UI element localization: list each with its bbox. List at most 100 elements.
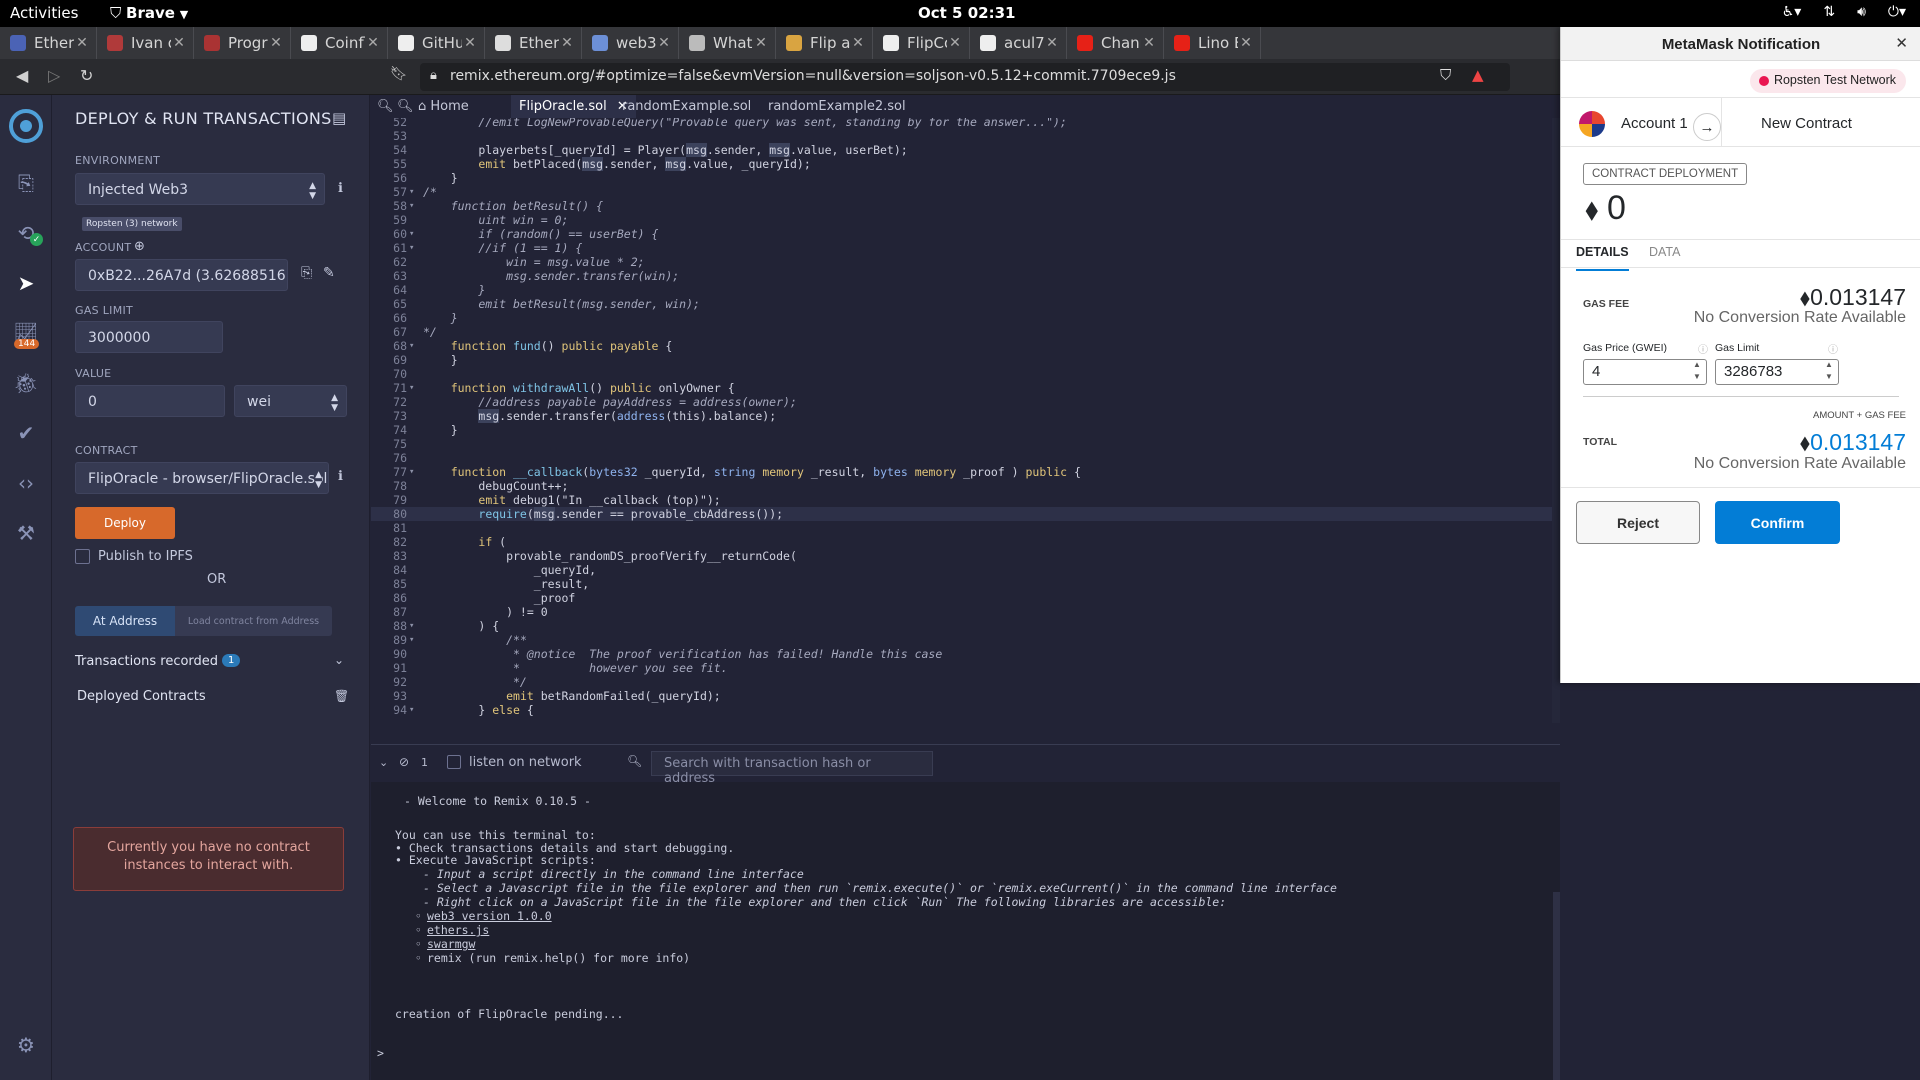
gas-limit-info-icon[interactable]: ⓘ xyxy=(1828,341,1838,356)
browser-tab[interactable]: Flip a coi✕ xyxy=(776,27,873,59)
fold-toggle-icon[interactable]: ▾ xyxy=(409,227,419,241)
fold-toggle-icon[interactable]: ▾ xyxy=(409,619,419,633)
ethers-link[interactable]: ethers.js xyxy=(427,923,489,937)
chevron-down-icon[interactable]: ⌄ xyxy=(334,653,344,667)
code-line[interactable]: 66 } xyxy=(371,311,1560,325)
code-line[interactable]: 76 xyxy=(371,451,1560,465)
tab-randomexample[interactable]: randomExample.sol xyxy=(622,99,751,114)
code-line[interactable]: 58 ▾ function betResult() { xyxy=(371,199,1560,213)
gas-limit-input[interactable]: 3000000 xyxy=(75,321,223,353)
system-tray[interactable]: ♿▾ ⇅ 🔊︎ ⏻▾ xyxy=(1782,4,1906,20)
code-line[interactable]: 55 emit betPlaced(msg.sender, msg.value,… xyxy=(371,157,1560,171)
close-icon[interactable]: ✕ xyxy=(947,35,963,51)
tab-home[interactable]: ⌂ Home xyxy=(418,99,469,114)
publish-ipfs-checkbox[interactable] xyxy=(75,549,90,564)
add-account-icon[interactable]: ⊕ xyxy=(134,239,145,254)
code-line[interactable]: 65 emit betResult(msg.sender, win); xyxy=(371,297,1560,311)
clear-console-icon[interactable]: ⊘ xyxy=(399,755,409,769)
remix-logo-icon[interactable] xyxy=(0,103,52,149)
code-line[interactable]: 83 provable_randomDS_proofVerify__return… xyxy=(371,549,1560,563)
close-icon[interactable]: ✕ xyxy=(462,35,478,51)
tests-icon[interactable]: ✔ xyxy=(0,413,52,453)
code-line[interactable]: 88 ▾ ) { xyxy=(371,619,1560,633)
code-line[interactable]: 52 //emit LogNewProvableQuery("Provable … xyxy=(371,118,1560,129)
browser-tab[interactable]: web3.eth✕ xyxy=(582,27,679,59)
forward-icon[interactable]: ▷ xyxy=(48,66,60,85)
gas-limit-input[interactable]: 3286783 xyxy=(1715,359,1839,385)
file-explorer-icon[interactable]: ⎘ xyxy=(0,163,52,203)
clock[interactable]: Oct 5 02:31 xyxy=(918,4,1015,22)
solidity-compiler-icon[interactable]: ⟲ ✓ xyxy=(0,213,52,253)
code-line[interactable]: 70 xyxy=(371,367,1560,381)
debugger-icon[interactable]: 🐞︎ xyxy=(0,363,52,403)
close-icon[interactable]: ✕ xyxy=(753,35,769,51)
browser-tab[interactable]: FlipCoin_✕ xyxy=(873,27,970,59)
code-line[interactable]: 78 debugCount++; xyxy=(371,479,1560,493)
value-input[interactable]: 0 xyxy=(75,385,225,417)
fold-toggle-icon[interactable]: ▾ xyxy=(409,339,419,353)
code-line[interactable]: 57 ▾ /* xyxy=(371,185,1560,199)
close-icon[interactable]: ✕ xyxy=(850,35,866,51)
brave-shield-icon[interactable]: ⛉ xyxy=(1440,66,1451,84)
web3-link[interactable]: web3 version 1.0.0 xyxy=(427,909,552,923)
browser-tab[interactable]: acul71/Fli✕ xyxy=(970,27,1067,59)
code-line[interactable]: 63 msg.sender.transfer(win); xyxy=(371,269,1560,283)
close-icon[interactable]: ✕ xyxy=(1141,35,1157,51)
code-line[interactable]: 69 } xyxy=(371,353,1560,367)
close-icon[interactable]: ✕ xyxy=(559,35,575,51)
browser-tab[interactable]: Programm✕ xyxy=(194,27,291,59)
url-bar[interactable]: 🔒︎ remix.ethereum.org/#optimize=false&ev… xyxy=(420,63,1510,91)
terminal-search-input[interactable]: Search with transaction hash or address xyxy=(651,751,933,786)
code-line[interactable]: 94 ▾ } else { xyxy=(371,703,1560,717)
browser-tab[interactable]: Channel✕ xyxy=(1067,27,1164,59)
volume-icon[interactable]: 🔊︎ xyxy=(1857,4,1866,20)
environment-select[interactable]: Injected Web3 ▲ ▼ xyxy=(75,173,325,205)
code-line[interactable]: 72 //address payable payAddress = addres… xyxy=(371,395,1560,409)
activities-button[interactable]: Activities xyxy=(10,4,78,22)
code-line[interactable]: 92 */ xyxy=(371,675,1560,689)
network-icon[interactable]: ⇅ xyxy=(1823,4,1835,20)
gas-price-info-icon[interactable]: ⓘ xyxy=(1698,341,1708,356)
analysis-icon[interactable]: 📈︎ 144 xyxy=(0,313,52,353)
value-unit-select[interactable]: wei ▲ ▼ xyxy=(234,385,347,417)
browser-tab[interactable]: Ivan on Te✕ xyxy=(97,27,194,59)
close-icon[interactable]: ✕ xyxy=(1895,34,1908,52)
browser-tab[interactable]: Ethereum✕ xyxy=(485,27,582,59)
fold-toggle-icon[interactable]: ▾ xyxy=(409,703,419,717)
code-line[interactable]: 79 emit debug1("In __callback (top)"); xyxy=(371,493,1560,507)
code-line[interactable]: 68 ▾ function fund() public payable { xyxy=(371,339,1560,353)
code-line[interactable]: 75 xyxy=(371,437,1560,451)
listen-network-checkbox[interactable] xyxy=(447,755,461,769)
editor-scrollbar[interactable] xyxy=(1552,118,1560,723)
terminal-scrollbar[interactable] xyxy=(1553,892,1560,1080)
code-line[interactable]: 59 uint win = 0; xyxy=(371,213,1560,227)
network-pill[interactable]: Ropsten Test Network xyxy=(1749,69,1906,93)
tab-fliporacle[interactable]: FlipOracle.sol ✕ xyxy=(511,95,636,118)
code-line[interactable]: 73 msg.sender.transfer(address(this).bal… xyxy=(371,409,1560,423)
code-line[interactable]: 54 playerbets[_queryId] = Player(msg.sen… xyxy=(371,143,1560,157)
contract-info-icon[interactable]: ℹ xyxy=(338,469,343,484)
code-line[interactable]: 71 ▾ function withdrawAll() public onlyOw… xyxy=(371,381,1560,395)
docs-icon[interactable]: ▤ xyxy=(332,109,346,127)
edit-icon[interactable]: ✎ xyxy=(323,265,335,281)
close-icon[interactable]: ✕ xyxy=(171,35,187,51)
code-line[interactable]: 80 require(msg.sender == provable_cbAddr… xyxy=(371,507,1560,521)
code-line[interactable]: 64 } xyxy=(371,283,1560,297)
close-icon[interactable]: ✕ xyxy=(74,35,90,51)
reload-icon[interactable]: ↻ xyxy=(80,66,93,85)
close-icon[interactable]: ✕ xyxy=(656,35,672,51)
back-icon[interactable]: ◀ xyxy=(16,66,28,85)
fold-toggle-icon[interactable]: ▾ xyxy=(409,465,419,479)
tab-data[interactable]: DATA xyxy=(1649,245,1680,259)
account-select[interactable]: 0xB22...26A7d (3.62688516 xyxy=(75,259,288,291)
close-icon[interactable]: ✕ xyxy=(268,35,284,51)
code-line[interactable]: 87 ) != 0 xyxy=(371,605,1560,619)
fold-toggle-icon[interactable]: ▾ xyxy=(409,185,419,199)
code-editor[interactable]: 52 //emit LogNewProvableQuery("Provable … xyxy=(371,118,1560,723)
collapse-terminal-icon[interactable]: ⌄ xyxy=(379,756,388,769)
fold-toggle-icon[interactable]: ▾ xyxy=(409,241,419,255)
bookmark-icon[interactable]: 🔖︎ xyxy=(390,66,408,82)
deploy-button[interactable]: Deploy xyxy=(75,507,175,539)
code-line[interactable]: 60 ▾ if (random() == userBet) { xyxy=(371,227,1560,241)
code-line[interactable]: 89 ▾ /** xyxy=(371,633,1560,647)
